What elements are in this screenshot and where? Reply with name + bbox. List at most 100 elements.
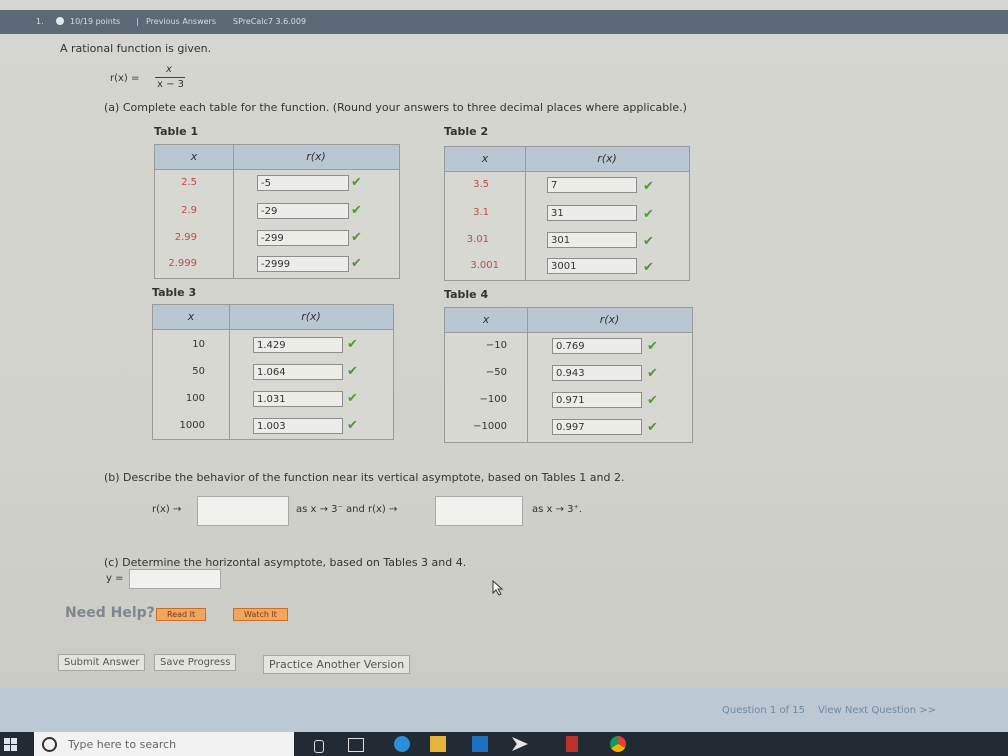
right-limit-input[interactable] [435, 496, 523, 526]
table3-r-input-2[interactable]: 1.031 [253, 391, 343, 407]
edge-browser-icon[interactable] [394, 736, 410, 752]
table3-col-r: r(x) [301, 310, 321, 323]
header-separator: | [136, 17, 139, 26]
chrome-icon[interactable] [610, 736, 626, 752]
table3-x-3: 1000 [179, 420, 205, 431]
correct-check-icon: ✔ [347, 418, 358, 433]
correct-check-icon: ✔ [647, 420, 658, 435]
table3-r-input-3[interactable]: 1.003 [253, 418, 343, 434]
table2-x-3: 3.001 [470, 260, 499, 271]
submit-answer-button[interactable]: Submit Answer [58, 654, 146, 671]
table2-col-x: x [481, 152, 489, 165]
question-counter: Question 1 of 15 [722, 705, 805, 716]
table1-x-0: 2.5 [181, 177, 197, 188]
question-content: A rational function is given. r(x) = x x… [46, 34, 1008, 686]
table4-r-input-3[interactable]: 0.997 [552, 419, 642, 435]
table1-col-r: r(x) [306, 150, 326, 163]
horizontal-asymptote-input[interactable] [129, 569, 221, 589]
question-code: SPreCalc7 3.6.009 [233, 17, 307, 26]
function-numerator: x [166, 64, 172, 75]
function-lhs: r(x) = [110, 73, 140, 84]
correct-check-icon: ✔ [347, 391, 358, 406]
practice-another-version-button[interactable]: Practice Another Version [263, 655, 411, 674]
table1-r-input-0[interactable]: -5 [257, 175, 349, 191]
table2-r-input-0[interactable]: 7 [547, 177, 637, 193]
watch-it-button[interactable]: Watch It [233, 608, 288, 621]
table1-r-input-3[interactable]: -2999 [257, 256, 349, 272]
correct-check-icon: ✔ [647, 393, 658, 408]
correct-check-icon: ✔ [351, 230, 362, 245]
microphone-icon[interactable] [314, 740, 324, 753]
table1-col-x: x [190, 150, 198, 163]
view-next-question-link[interactable]: View Next Question >> [818, 705, 936, 716]
table4-r-input-0[interactable]: 0.769 [552, 338, 642, 354]
mail-icon[interactable] [512, 737, 528, 751]
intro-text: A rational function is given. [60, 42, 212, 55]
function-denominator: x − 3 [157, 79, 185, 90]
part-c-instructions: (c) Determine the horizontal asymptote, … [104, 556, 467, 569]
table2-title: Table 2 [444, 125, 489, 138]
table4-r-input-1[interactable]: 0.943 [552, 365, 642, 381]
correct-check-icon: ✔ [351, 175, 362, 190]
windows-taskbar: Type here to search [0, 732, 1008, 756]
part-b-instructions: (b) Describe the behavior of the functio… [104, 471, 625, 484]
correct-check-icon: ✔ [351, 256, 362, 271]
read-it-button[interactable]: Read It [156, 608, 207, 621]
table4-r-input-2[interactable]: 0.971 [552, 392, 642, 408]
function-definition: r(x) = x x − 3 [110, 64, 200, 94]
need-help-label: Need Help? [65, 605, 155, 621]
table3-title: Table 3 [152, 286, 197, 299]
table1-x-2: 2.99 [174, 232, 197, 243]
correct-check-icon: ✔ [347, 337, 358, 352]
part-b-mid: as x → 3⁻ and r(x) → [296, 504, 398, 515]
table3-r-input-1[interactable]: 1.064 [253, 364, 343, 380]
correct-check-icon: ✔ [347, 364, 358, 379]
table3-x-1: 50 [192, 366, 205, 377]
save-progress-button[interactable]: Save Progress [154, 654, 237, 671]
cortana-circle-icon [42, 737, 57, 752]
expand-icon[interactable] [56, 17, 64, 25]
taskbar-search-box[interactable]: Type here to search [34, 732, 294, 756]
task-view-icon[interactable] [348, 738, 364, 752]
table2-r-input-3[interactable]: 3001 [547, 258, 637, 274]
correct-check-icon: ✔ [643, 207, 654, 222]
table3-col-x: x [187, 310, 195, 323]
table1-title: Table 1 [154, 125, 199, 138]
question-header-bar: 1. 10/19 points | Previous Answers SPreC… [0, 10, 1008, 34]
app-icon[interactable] [566, 736, 578, 752]
table3-x-0: 10 [192, 339, 205, 350]
left-limit-input[interactable] [197, 496, 289, 526]
table2-r-input-2[interactable]: 301 [547, 232, 637, 248]
correct-check-icon: ✔ [647, 339, 658, 354]
file-explorer-icon[interactable] [430, 736, 446, 752]
table4-x-2: −100 [479, 394, 507, 405]
table1-r-input-1[interactable]: -29 [257, 203, 349, 219]
table3-x-2: 100 [185, 393, 205, 404]
part-b-lhs: r(x) → [152, 504, 182, 515]
table3-r-input-0[interactable]: 1.429 [253, 337, 343, 353]
windows-start-icon[interactable] [4, 738, 18, 752]
correct-check-icon: ✔ [351, 203, 362, 218]
correct-check-icon: ✔ [643, 179, 654, 194]
table1: x r(x) 2.5 2.9 2.99 2.999 -5 -29 -299 -2… [154, 144, 400, 279]
table4-col-x: x [482, 313, 490, 326]
table4-col-r: r(x) [599, 313, 620, 326]
table3: x r(x) 10 50 100 1000 1.429 1.064 1.031 … [152, 304, 394, 440]
table1-r-input-2[interactable]: -299 [257, 230, 349, 246]
table2-r-input-1[interactable]: 31 [547, 205, 637, 221]
table1-x-3: 2.999 [168, 258, 197, 269]
table2-divider [525, 147, 526, 280]
correct-check-icon: ✔ [643, 260, 654, 275]
table4-x-0: −10 [485, 340, 507, 351]
points-label: 10/19 points [70, 17, 121, 26]
table3-divider [229, 305, 230, 439]
table4: x r(x) −10 −50 −100 −1000 0.769 0.943 0.… [444, 307, 693, 443]
question-number: 1. [36, 17, 44, 26]
mouse-cursor-icon [492, 580, 504, 596]
table2: x r(x) 3.5 3.1 3.01 3.001 7 31 301 3001 … [444, 146, 690, 281]
previous-answers-link[interactable]: Previous Answers [146, 17, 216, 26]
store-icon[interactable] [472, 736, 488, 752]
table1-x-1: 2.9 [181, 205, 197, 216]
correct-check-icon: ✔ [647, 366, 658, 381]
table4-divider [527, 308, 528, 442]
